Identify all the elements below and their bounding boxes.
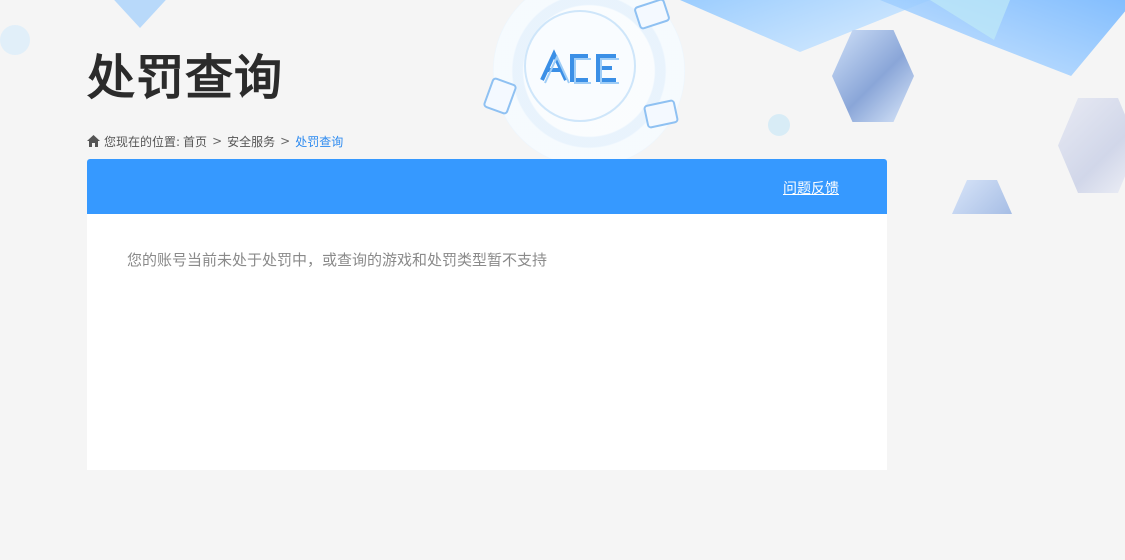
decor-circle [0,25,30,55]
page-title: 处罚查询 [87,50,284,106]
breadcrumb-prefix: 您现在的位置: [104,134,181,149]
breadcrumb-home-link[interactable]: 首页 [183,133,207,150]
breadcrumb-current: 处罚查询 [295,134,344,149]
ace-logo-icon [540,49,619,84]
breadcrumb-security-link[interactable]: 安全服务 [227,133,275,150]
result-panel: 问题反馈 您的账号当前未处于处罚中，或查询的游戏和处罚类型暂不支持 [87,159,887,470]
result-message: 您的账号当前未处于处罚中，或查询的游戏和处罚类型暂不支持 [127,251,548,269]
home-icon [87,135,100,147]
decor-dot [768,114,790,136]
game-card-icon [642,98,680,130]
game-character-hex-image [832,30,914,122]
feedback-link[interactable]: 问题反馈 [783,178,839,198]
breadcrumb-separator: > [280,134,291,148]
game-character-hex-image [1058,98,1125,193]
breadcrumb-separator: > [212,134,223,148]
game-character-hex-image [952,180,1012,214]
breadcrumb: 您现在的位置: 首页 > 安全服务 > 处罚查询 [87,133,343,149]
ace-logo [524,10,636,122]
decor-triangle [105,0,175,28]
panel-header: 问题反馈 [87,159,887,214]
